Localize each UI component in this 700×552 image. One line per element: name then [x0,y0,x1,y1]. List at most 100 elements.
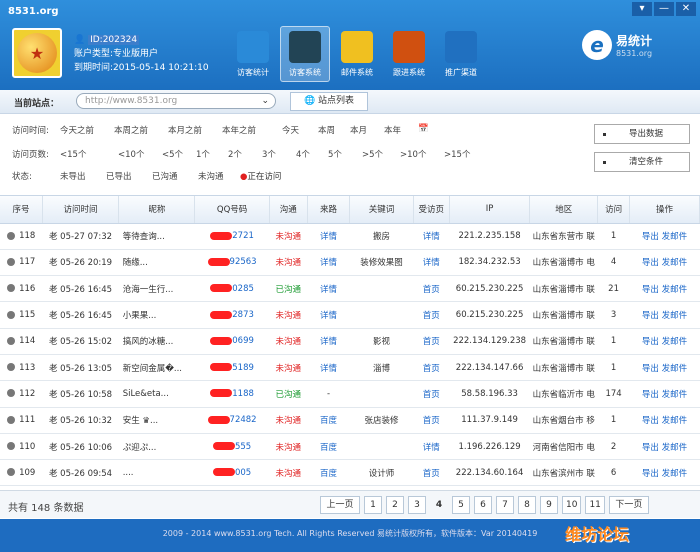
source-link[interactable]: 百度 [307,433,350,461]
export-link[interactable]: 导出 [642,390,659,400]
status-filter-option[interactable]: 已导出 [106,170,152,182]
table-row[interactable]: 117 老 05-26 20:19 随缘... 92563 未沟通 详情 装修效果图 详情 18… [0,249,700,277]
nav-item-3[interactable]: 跟进系统 [384,26,434,82]
time-filter-option[interactable]: 本月 [350,124,384,136]
time-filter-option[interactable]: 本年 [384,124,418,136]
qq-suffix[interactable]: 5189 [232,363,254,373]
export-link[interactable]: 导出 [642,232,659,242]
pages-filter-option[interactable]: >10个 [400,148,444,160]
pages-filter-option[interactable]: <5个 [162,148,196,160]
visited-page-link[interactable]: 首页 [413,407,450,434]
page-button[interactable]: 7 [496,496,514,514]
visited-page-link[interactable]: 首页 [413,275,450,303]
source-link[interactable]: 百度 [307,459,350,487]
export-link[interactable]: 导出 [642,311,659,321]
table-row[interactable]: 113 老 05-26 13:05 新空间金属�... 5189 未沟通 详情 淄博 首页 22… [0,354,700,382]
qq-suffix[interactable]: 92563 [230,257,257,267]
table-row[interactable]: 114 老 05-26 15:02 搞风的冰糖... 0699 未沟通 详情 影视 首页 222… [0,328,700,355]
qq-suffix[interactable]: 72482 [230,415,257,425]
visited-page-link[interactable]: 首页 [413,301,450,329]
send-email-link[interactable]: 发邮件 [662,443,688,453]
qq-suffix[interactable]: 1188 [232,389,254,399]
source-link[interactable]: 详情 [307,249,350,277]
page-button[interactable]: 3 [408,496,426,514]
send-email-link[interactable]: 发邮件 [662,469,688,479]
minimize-icon[interactable]: — [654,2,674,16]
station-list-button[interactable]: 🌐 站点列表 [290,92,368,111]
send-email-link[interactable]: 发邮件 [662,364,688,374]
status-filter-option[interactable]: 已沟通 [152,170,198,182]
time-filter-option[interactable]: 今天之前 [60,124,114,136]
pages-filter-option[interactable]: <15个 [60,148,118,160]
next-page-button[interactable]: 下一页 [608,496,649,514]
page-button[interactable]: 1 [364,496,382,514]
page-button[interactable]: 10 [562,496,582,514]
export-link[interactable]: 导出 [642,416,659,426]
time-filter-option[interactable]: 本周 [318,124,350,136]
visited-page-link[interactable]: 首页 [413,459,450,487]
send-email-link[interactable]: 发邮件 [662,390,688,400]
visited-page-link[interactable]: 首页 [413,380,450,408]
qq-suffix[interactable]: 2721 [232,231,254,241]
status-filter-option[interactable]: ●正在访问 [240,170,300,182]
send-email-link[interactable]: 发邮件 [662,416,688,426]
source-link[interactable]: 详情 [307,354,350,382]
time-filter-option[interactable]: 本周之前 [114,124,168,136]
source-link[interactable]: 详情 [307,275,350,303]
visited-page-link[interactable]: 详情 [413,223,450,250]
page-button[interactable]: 8 [518,496,536,514]
source-link[interactable]: 百度 [307,407,350,434]
export-link[interactable]: 导出 [642,469,659,479]
calendar-icon[interactable]: 📅 [418,124,429,136]
table-row[interactable]: 111 老 05-26 10:32 安生 ♛... 72482 未沟通 百度 张店装修 首页 1… [0,407,700,434]
pages-filter-option[interactable]: 4个 [296,148,328,160]
page-button[interactable]: 4 [430,496,448,514]
pages-filter-option[interactable]: 3个 [262,148,296,160]
send-email-link[interactable]: 发邮件 [662,311,688,321]
nav-item-1[interactable]: 访客系统 [280,26,330,82]
table-row[interactable]: 116 老 05-26 16:45 沧海一生行... 0285 已沟通 详情 首页 60.21… [0,275,700,303]
pages-filter-option[interactable]: 1个 [196,148,228,160]
qq-suffix[interactable]: 2873 [232,310,254,320]
source-link[interactable]: 详情 [307,301,350,329]
close-icon[interactable]: ✕ [676,2,696,16]
pages-filter-option[interactable]: <10个 [118,148,162,160]
page-button[interactable]: 5 [452,496,470,514]
avatar[interactable]: ★ [12,28,62,78]
page-button[interactable]: 11 [585,496,605,514]
table-row[interactable]: 118 老 05-27 07:32 等待查询... 2721 未沟通 详情 搬房 详情 221.… [0,223,700,250]
source-link[interactable]: 详情 [307,223,350,250]
status-filter-option[interactable]: 未沟通 [198,170,240,182]
source-link[interactable]: 详情 [307,328,350,355]
time-filter-option[interactable]: 本月之前 [168,124,222,136]
page-button[interactable]: 9 [540,496,558,514]
qq-suffix[interactable]: 005 [235,468,251,478]
page-button[interactable]: 2 [386,496,404,514]
table-row[interactable]: 110 老 05-26 10:06 ぷ迎ぷ... 555 未沟通 百度 详情 1.196.22… [0,433,700,461]
send-email-link[interactable]: 发邮件 [662,337,688,347]
pages-filter-option[interactable]: 2个 [228,148,262,160]
visited-page-link[interactable]: 详情 [413,433,450,461]
table-row[interactable]: 115 老 05-26 16:45 小果果... 2873 未沟通 详情 首页 60.215.… [0,301,700,329]
export-link[interactable]: 导出 [642,285,659,295]
clear-conditions-button[interactable]: 清空条件 [594,152,690,172]
export-link[interactable]: 导出 [642,443,659,453]
visited-page-link[interactable]: 首页 [413,328,450,355]
prev-page-button[interactable]: 上一页 [320,496,360,514]
nav-item-4[interactable]: 推广渠道 [436,26,486,82]
visited-page-link[interactable]: 首页 [413,354,450,382]
export-link[interactable]: 导出 [642,364,659,374]
qq-suffix[interactable]: 0699 [232,336,254,346]
nav-item-0[interactable]: 访客统计 [228,26,278,82]
send-email-link[interactable]: 发邮件 [662,285,688,295]
time-filter-option[interactable]: 今天 [282,124,318,136]
status-filter-option[interactable]: 未导出 [60,170,106,182]
nav-item-2[interactable]: 邮件系统 [332,26,382,82]
menu-icon[interactable]: ▾ [632,2,652,16]
export-data-button[interactable]: 导出数据 [594,124,690,144]
pages-filter-option[interactable]: >5个 [362,148,400,160]
table-row[interactable]: 112 老 05-26 10:58 SiLe&eta... 1188 已沟通 - 首页 58.… [0,380,700,408]
send-email-link[interactable]: 发邮件 [662,258,688,268]
export-link[interactable]: 导出 [642,337,659,347]
export-link[interactable]: 导出 [642,258,659,268]
